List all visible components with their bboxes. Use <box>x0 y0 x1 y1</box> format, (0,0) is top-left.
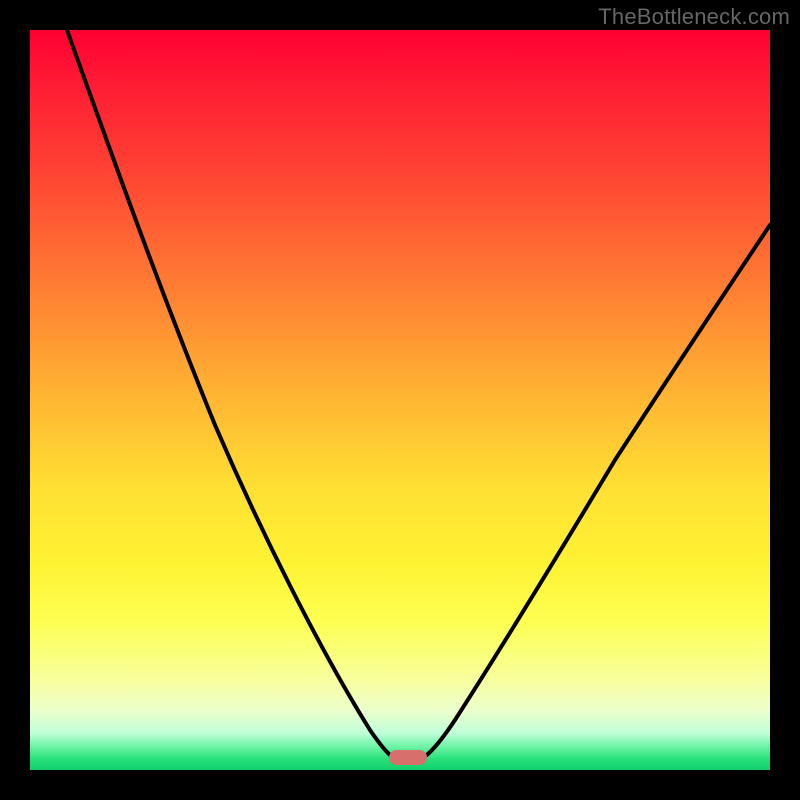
optimum-marker <box>389 750 427 765</box>
plot-area <box>30 30 770 770</box>
bottleneck-curve <box>67 30 770 763</box>
watermark-label: TheBottleneck.com <box>598 4 790 30</box>
chart-frame: TheBottleneck.com <box>0 0 800 800</box>
curve-svg <box>30 30 770 770</box>
